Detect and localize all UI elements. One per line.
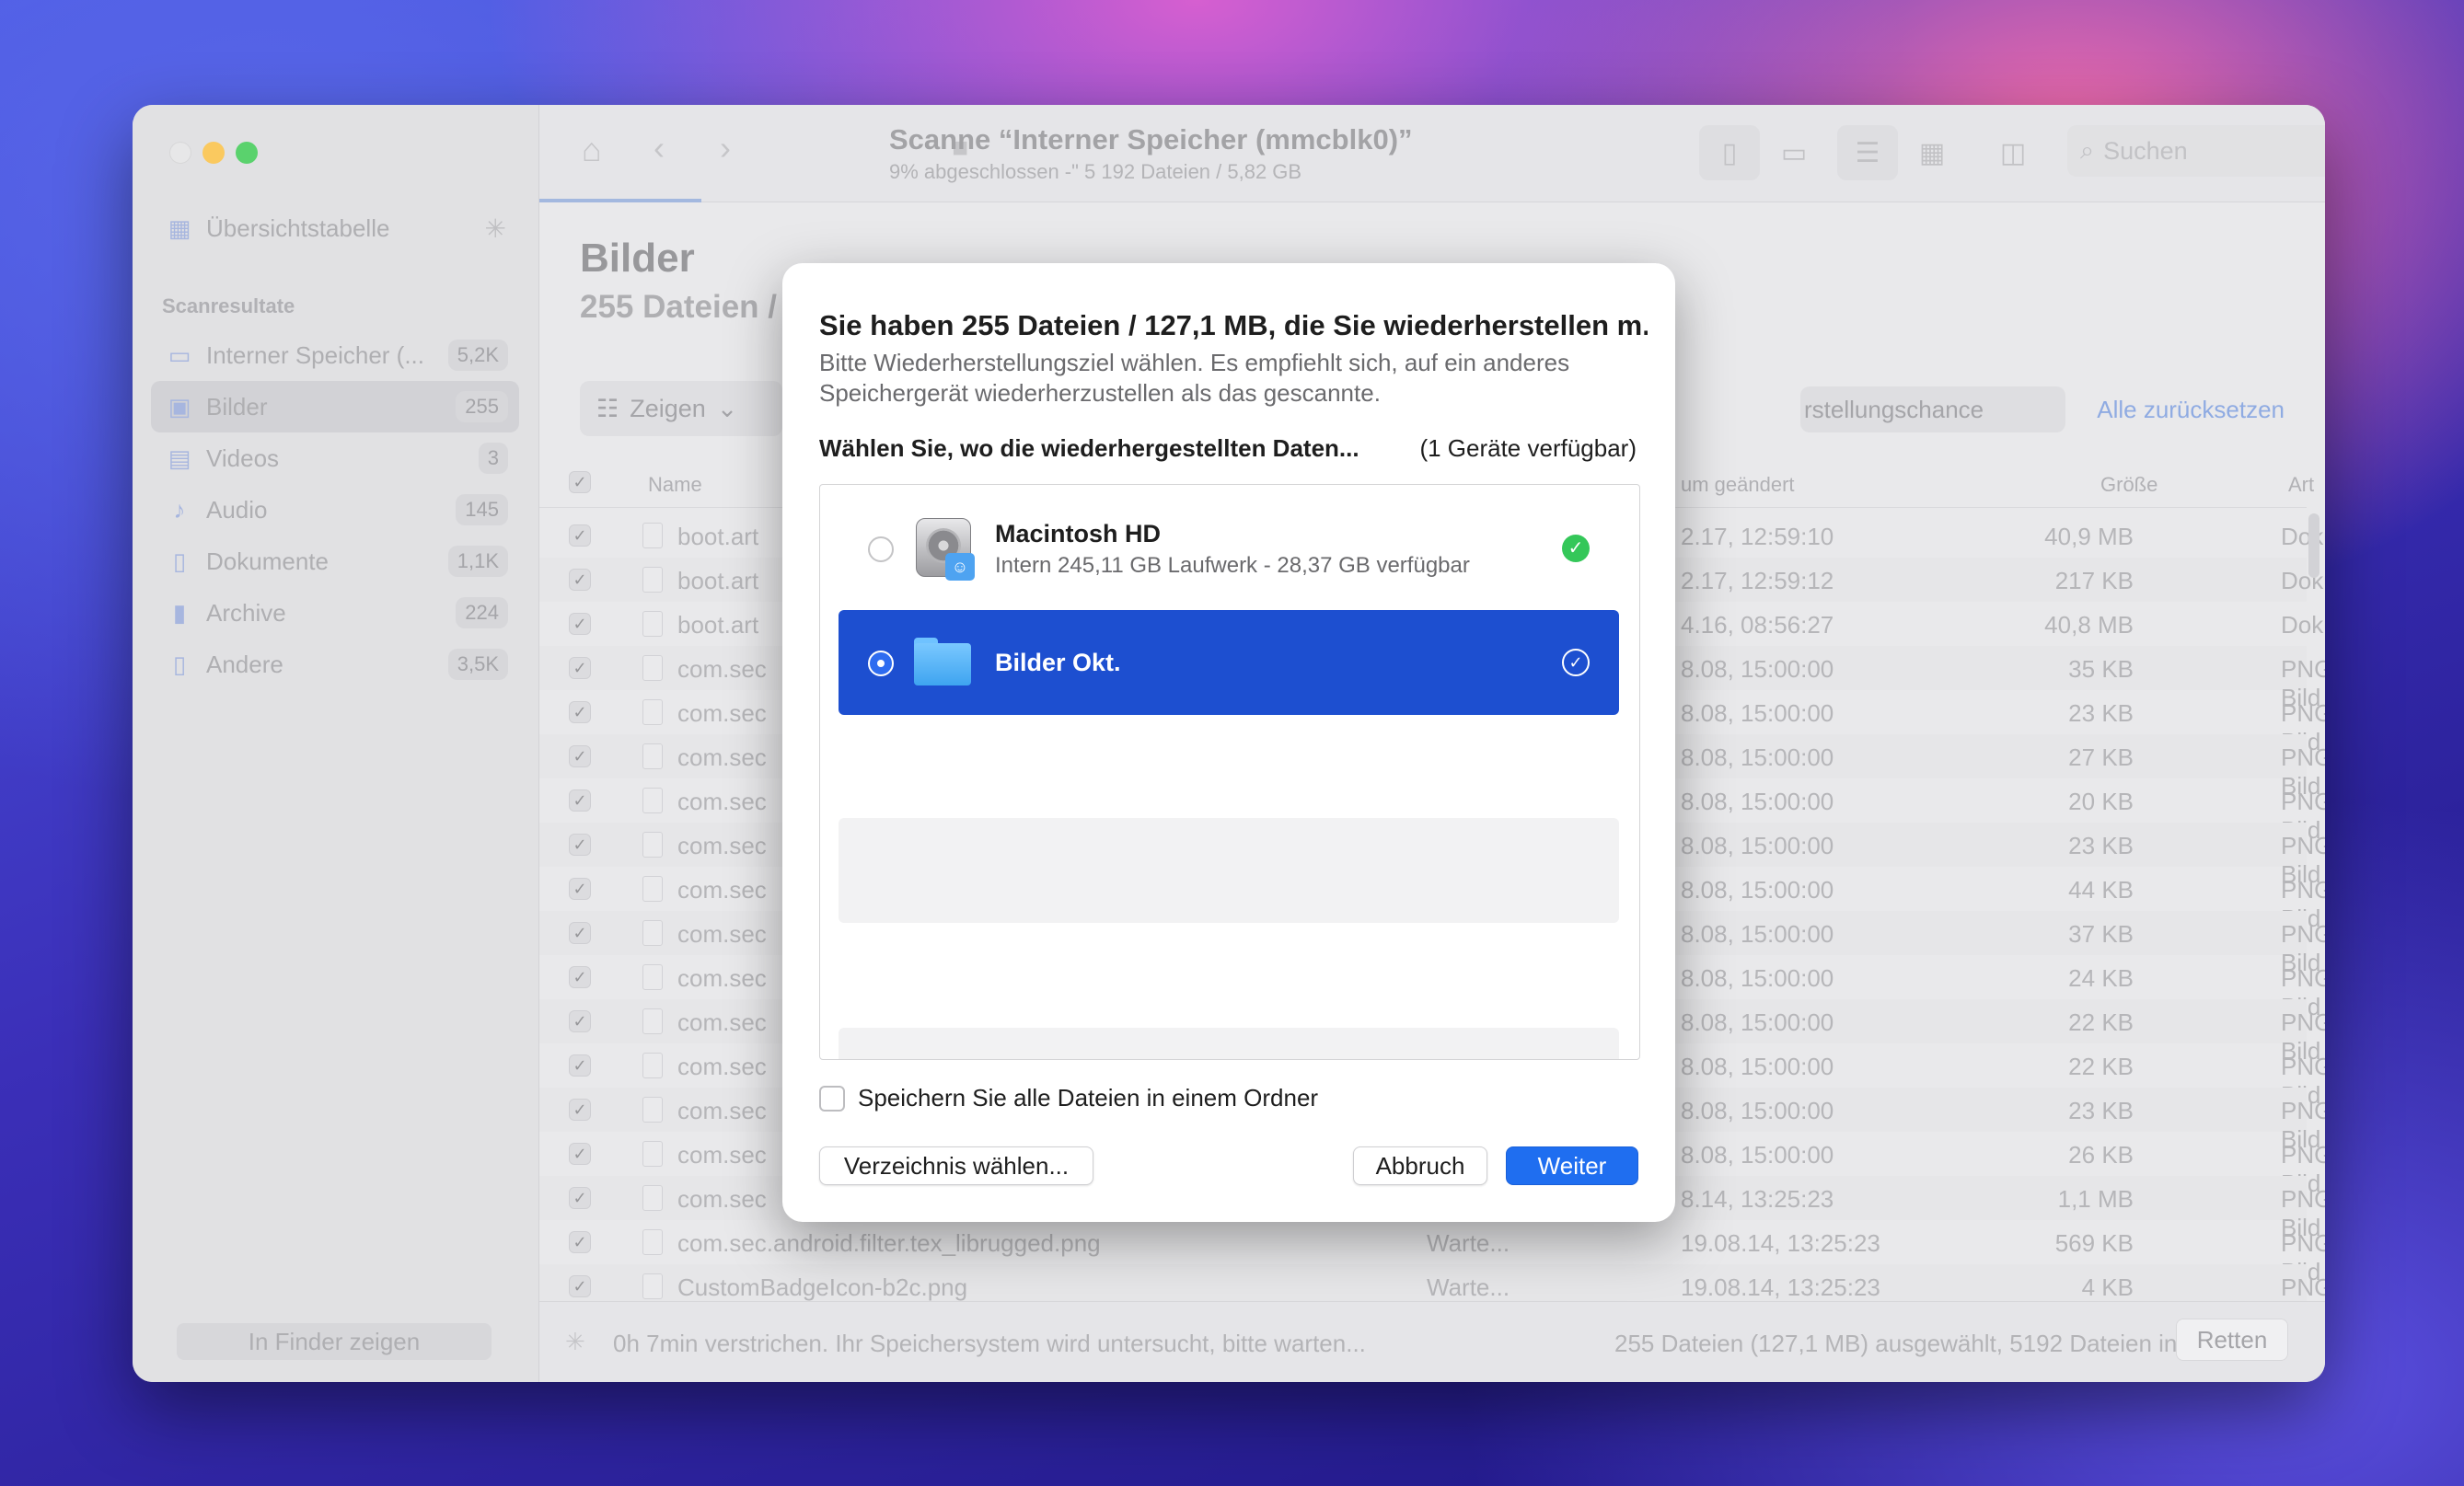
devices-available: (1 Geräte verfügbar) [1419,434,1637,462]
save-single-folder-label: Speichern Sie alle Dateien in einem Ordn… [858,1084,1319,1112]
recovery-destination-dialog: Sie haben 255 Dateien / 127,1 MB, die Si… [782,263,1675,1222]
choose-directory-button[interactable]: Verzeichnis wählen... [819,1146,1093,1185]
destination-macintosh-hd[interactable]: ☺ Macintosh HD Intern 245,11 GB Laufwerk… [839,496,1619,601]
destination-bilder-okt[interactable]: Bilder Okt. ✓ [839,610,1619,715]
destination-detail: Intern 245,11 GB Laufwerk - 28,37 GB ver… [995,553,1470,578]
destination-label: Wählen Sie, wo die wiederhergestellten D… [819,434,1359,462]
empty-destination-slot [839,1028,1619,1059]
destination-name: Bilder Okt. [995,649,1121,676]
dialog-title: Sie haben 255 Dateien / 127,1 MB, die Si… [819,309,1648,341]
dialog-description: Bitte Wiederherstellungsziel wählen. Es … [819,349,1570,407]
destination-list: ☺ Macintosh HD Intern 245,11 GB Laufwerk… [819,484,1640,1060]
empty-destination-slot [839,818,1619,923]
destination-name: Macintosh HD [995,520,1162,547]
folder-icon [914,638,971,685]
checkmark-icon: ✓ [1562,649,1590,676]
finder-badge-icon: ☺ [945,553,975,581]
checkmark-icon: ✓ [1562,535,1590,562]
continue-button[interactable]: Weiter [1506,1146,1638,1185]
destination-radio[interactable] [868,536,894,562]
save-single-folder-option[interactable]: Speichern Sie alle Dateien in einem Ordn… [819,1084,1318,1112]
cancel-button[interactable]: Abbruch [1353,1146,1487,1185]
destination-radio[interactable] [868,651,894,676]
save-single-folder-checkbox[interactable] [819,1085,845,1112]
